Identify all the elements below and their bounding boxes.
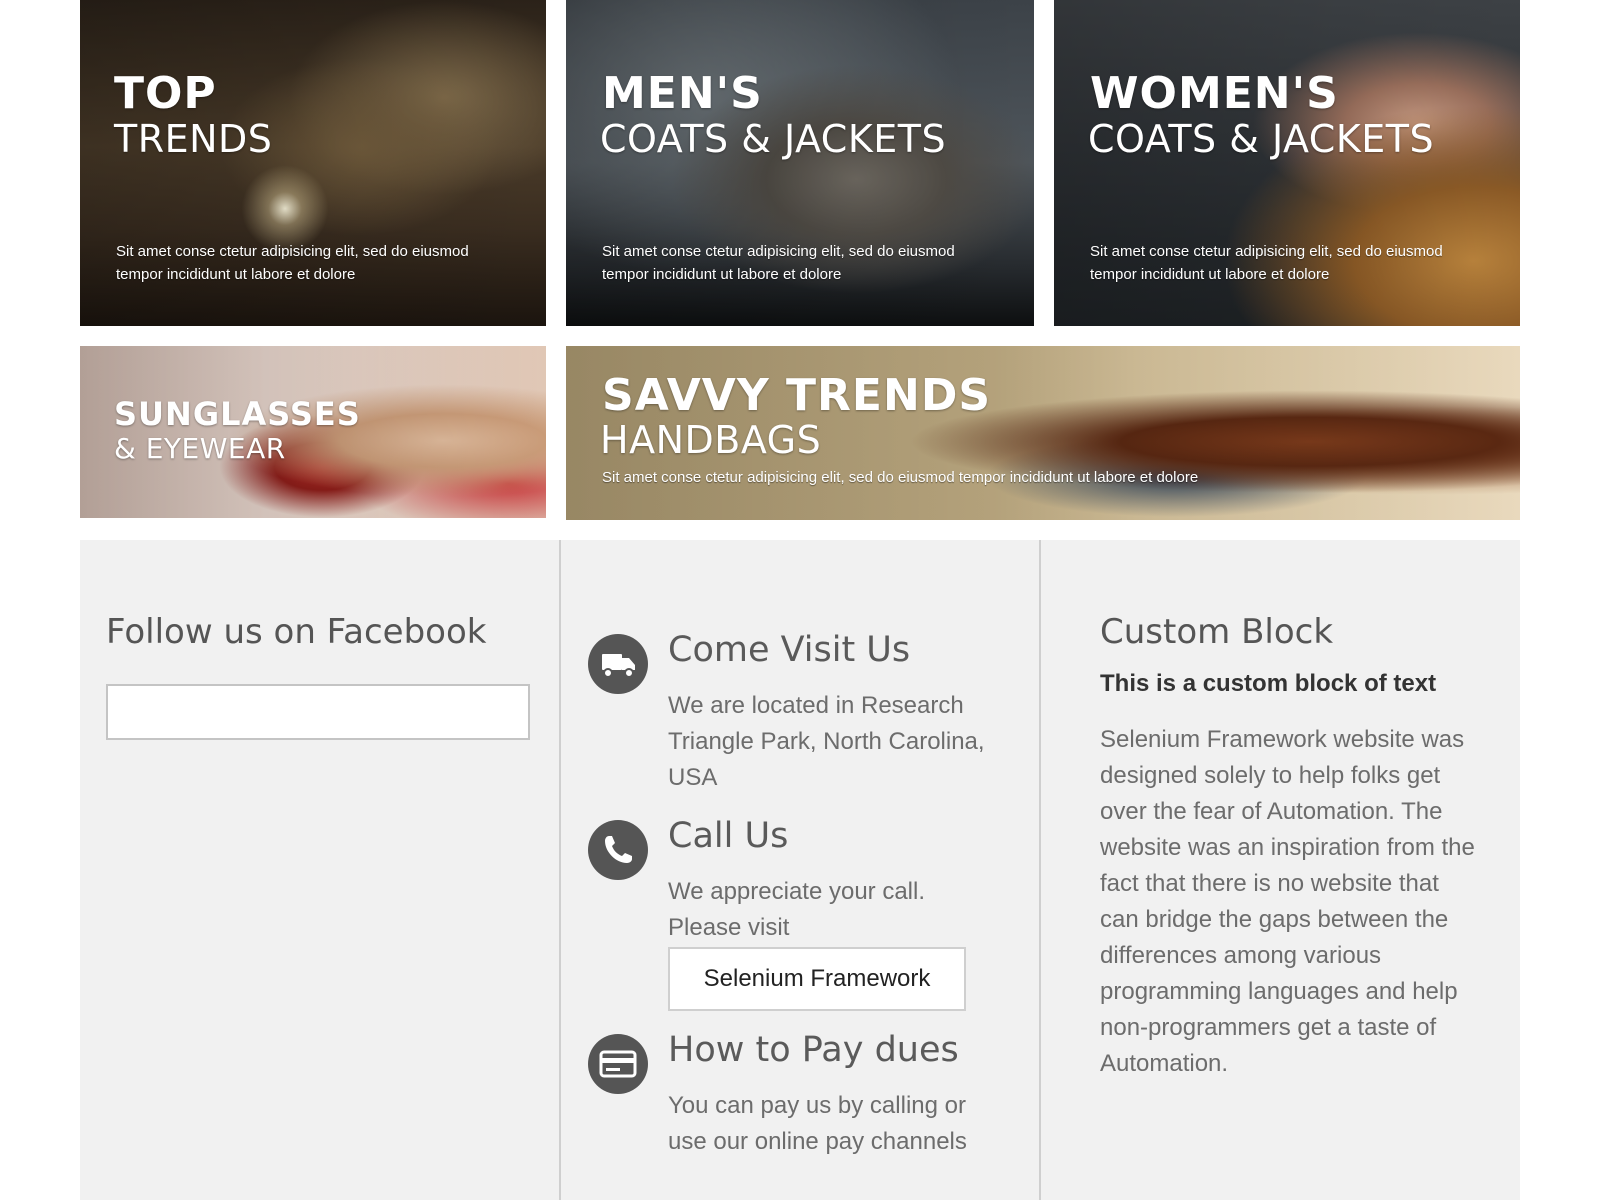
pay-heading: How to Pay dues xyxy=(668,1030,959,1070)
banner-subtitle: HANDBAGS xyxy=(600,418,822,462)
banner-description: tempor incididunt ut labore et dolore xyxy=(602,266,842,283)
banner-description: Sit amet conse ctetur adipisicing elit, … xyxy=(602,469,1199,486)
banner-description: tempor incididunt ut labore et dolore xyxy=(1090,266,1330,283)
visit-heading: Come Visit Us xyxy=(668,630,911,670)
call-text: We appreciate your call. Please visit xyxy=(668,878,926,941)
banner-title: MEN'S xyxy=(602,68,763,119)
facebook-heading: Follow us on Facebook xyxy=(106,612,487,652)
selenium-framework-button[interactable]: Selenium Framework xyxy=(668,947,966,1011)
visit-text: We are located in Research Triangle Park… xyxy=(668,692,985,791)
custom-block-text: Selenium Framework website was designed … xyxy=(1100,726,1475,1077)
pay-text: You can pay us by calling or use our onl… xyxy=(668,1092,967,1155)
footer-section: Follow us on Facebook Come Visit Us We a… xyxy=(80,540,1520,1200)
banner-subtitle: & EYEWEAR xyxy=(114,432,286,465)
banner-top-trends[interactable]: TOP TRENDS Sit amet conse ctetur adipisi… xyxy=(80,0,546,326)
custom-block-subheading: This is a custom block of text xyxy=(1100,670,1437,697)
column-divider xyxy=(559,540,561,1200)
custom-block-heading: Custom Block xyxy=(1100,612,1334,652)
column-divider xyxy=(1039,540,1041,1200)
banner-subtitle: COATS & JACKETS xyxy=(1088,117,1435,161)
facebook-widget[interactable] xyxy=(106,684,530,740)
banner-womens-coats[interactable]: WOMEN'S COATS & JACKETS Sit amet conse c… xyxy=(1054,0,1520,326)
phone-icon xyxy=(588,820,648,880)
banner-title: TOP xyxy=(114,68,217,119)
banner-description: Sit amet conse ctetur adipisicing elit, … xyxy=(602,243,955,260)
credit-card-icon xyxy=(588,1034,648,1094)
banner-description: tempor incididunt ut labore et dolore xyxy=(116,266,356,283)
banner-sunglasses[interactable]: SUNGLASSES & EYEWEAR xyxy=(80,346,546,518)
banner-description: Sit amet conse ctetur adipisicing elit, … xyxy=(1090,243,1443,260)
banner-handbags[interactable]: SAVVY TRENDS HANDBAGS Sit amet conse cte… xyxy=(566,346,1520,520)
banner-mens-coats[interactable]: MEN'S COATS & JACKETS Sit amet conse cte… xyxy=(566,0,1034,326)
banner-title: WOMEN'S xyxy=(1090,68,1339,119)
banner-title: SAVVY TRENDS xyxy=(602,370,992,421)
banner-subtitle: COATS & JACKETS xyxy=(600,117,947,161)
banner-subtitle: TRENDS xyxy=(114,117,273,161)
banner-description: Sit amet conse ctetur adipisicing elit, … xyxy=(116,243,469,260)
call-heading: Call Us xyxy=(668,816,789,856)
banner-title: SUNGLASSES xyxy=(114,395,361,433)
truck-icon xyxy=(588,634,648,694)
